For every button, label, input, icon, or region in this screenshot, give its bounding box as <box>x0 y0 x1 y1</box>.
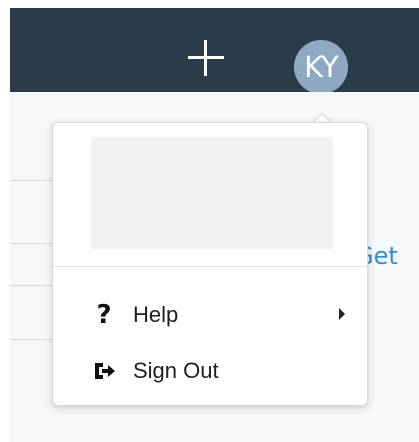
top-navigation-bar: KY <box>10 8 419 94</box>
user-avatar[interactable]: KY <box>294 40 348 94</box>
sign-out-icon <box>89 360 119 382</box>
left-strip <box>0 0 10 442</box>
page: KY Get ? Help Sign Out <box>0 0 419 442</box>
menu-divider <box>53 266 367 267</box>
user-dropdown-menu: ? Help Sign Out <box>52 122 368 406</box>
row-divider <box>10 339 55 340</box>
menu-item-label: Sign Out <box>133 358 219 383</box>
row-divider <box>10 285 55 286</box>
sign-out-icon-svg <box>95 363 115 379</box>
chevron-right-icon <box>339 308 345 320</box>
user-profile-placeholder <box>91 137 333 249</box>
menu-item-help[interactable]: ? Help <box>53 295 367 335</box>
row-divider <box>10 180 55 181</box>
question-icon: ? <box>96 300 112 330</box>
menu-item-label: Help <box>133 302 179 327</box>
menu-item-sign-out[interactable]: Sign Out <box>53 351 367 391</box>
add-plus-icon[interactable] <box>186 38 226 78</box>
row-divider <box>10 243 55 244</box>
